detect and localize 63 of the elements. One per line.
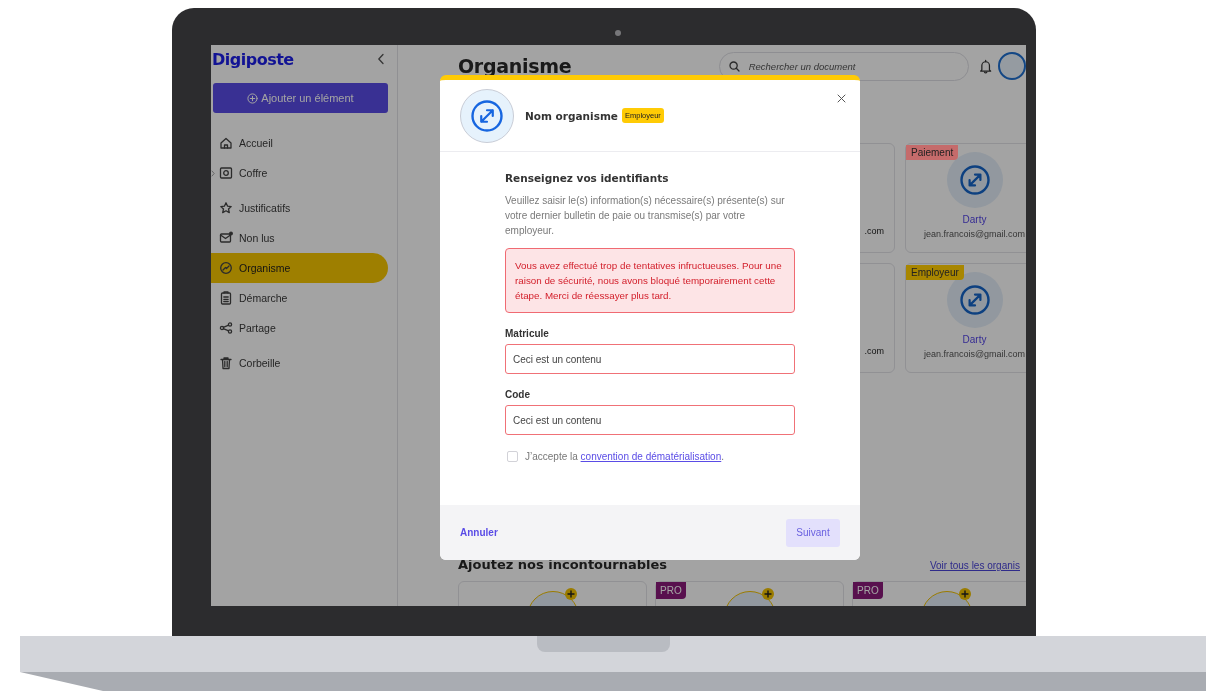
cancel-button[interactable]: Annuler [460,527,498,538]
nav-item[interactable]: Démarche [211,283,388,313]
form-heading: Renseignez vos identifiants [505,172,670,184]
app-logo: Digiposte [212,49,294,69]
category-tag: Paiement [906,145,959,160]
expand-chevron-icon [211,170,215,177]
consent-text: J’accepte la convention de dématérialisation. [525,451,725,462]
nav-item[interactable]: Non lus [211,223,388,253]
section-title: Ajoutez nos incontournables [458,557,668,572]
see-all-link[interactable]: Voir tous les organis [929,560,1020,571]
nav-label: Non lus [239,232,275,244]
nav-item[interactable]: Partage [211,313,388,343]
nav-item[interactable]: Corbeille [211,348,388,378]
add-element-button[interactable]: Ajouter un élément [213,83,388,113]
search-icon [728,60,740,72]
suggestion-card[interactable]: PRO [852,581,1026,606]
nav-label: Accueil [239,137,273,149]
camera-icon [615,30,621,36]
input-field[interactable]: Ceci est un contenu [505,344,795,374]
organism-card[interactable]: Employeur Darty jean.francois@gmail.com [905,263,1026,373]
organism-name: Darty [962,214,987,225]
trash-icon [219,356,233,370]
nav-label: Démarche [239,292,288,304]
gauge-icon [219,261,233,275]
input-field[interactable]: Ceci est un contenu [505,405,795,435]
plus-circle-icon [247,92,259,104]
organism-name: Darty [962,334,987,345]
pro-badge: PRO [656,582,686,599]
home-icon [219,136,233,150]
clipboard-icon [219,291,233,305]
share-icon [219,321,233,335]
star-icon [219,201,233,215]
collapse-chevron-icon [377,53,385,65]
organism-card[interactable]: Paiement Darty jean.francois@gmail.com [905,143,1026,253]
close-button[interactable] [835,92,848,105]
form-description: Veuillez saisir le(s) information(s) nécessaire(s) présente(s) sur votre dernier bulletin de paie ou transmise(s) par votre employeur. [505,194,786,238]
page-title: Organisme [458,55,573,77]
field-label: Code [505,389,531,400]
suggestion-card[interactable]: PRO [655,581,844,606]
organism-email: jean.francois@gmail.com [923,229,1026,239]
organism-name: Nom organisme [525,109,618,122]
checkbox[interactable] [507,451,518,462]
bell-icon [978,58,992,74]
nav-label: Justificatifs [239,202,291,214]
avatar-circle[interactable] [998,52,1026,80]
organism-email: .com [864,226,884,236]
nav-item[interactable]: Coffre [211,158,388,188]
nav-label: Corbeille [239,357,281,369]
nav-item[interactable]: Accueil [211,128,388,158]
mail-icon [219,231,233,245]
organism-email: .com [864,346,884,356]
nav-label: Coffre [239,167,268,179]
nav-label: Partage [239,322,276,334]
nav-label: Organisme [239,262,291,274]
nav-item[interactable]: Justificatifs [211,193,388,223]
error-message: Vous avez effectué trop de tentatives infructueuses. Pour une raison de sécurité, nous avons bloqué temporairement cette étape. Merci de réessayer plus tard. [505,248,795,313]
nav-item[interactable]: Organisme [211,253,388,283]
pro-badge: PRO [853,582,883,599]
field-label: Matricule [505,328,550,339]
category-tag: Employeur [906,265,964,280]
safe-icon [219,166,233,180]
organism-email: jean.francois@gmail.com [923,349,1026,359]
close-icon [837,94,846,103]
